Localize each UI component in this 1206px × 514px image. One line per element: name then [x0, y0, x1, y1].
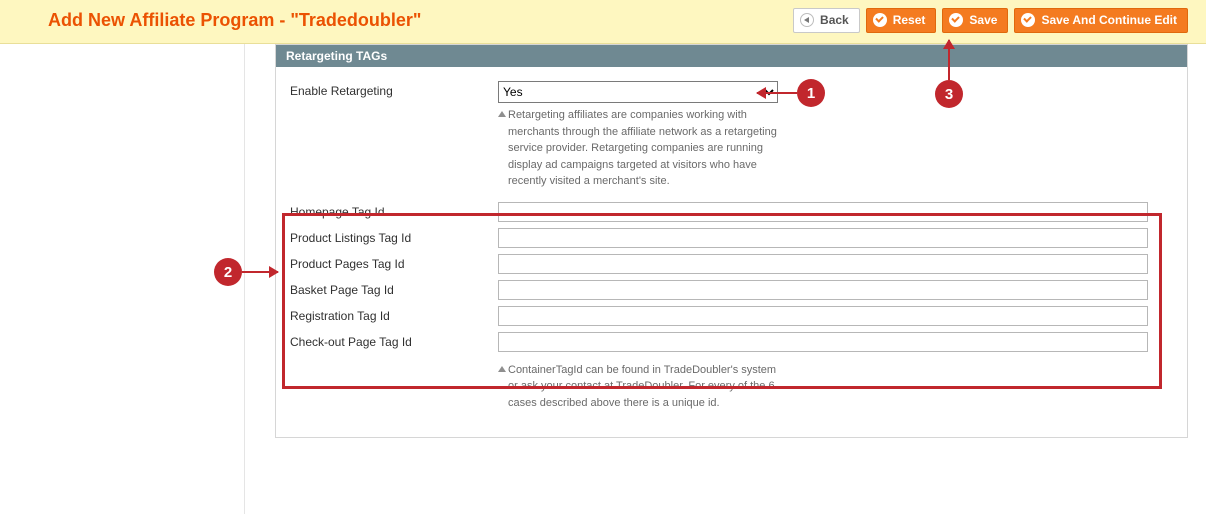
reset-button[interactable]: Reset	[866, 8, 937, 33]
check-icon	[1021, 13, 1035, 27]
enable-retargeting-hint: Retargeting affiliates are companies wor…	[498, 103, 778, 190]
enable-retargeting-select[interactable]: Yes	[498, 81, 778, 103]
registration-tag-input[interactable]	[498, 306, 1148, 326]
homepage-tag-input[interactable]	[498, 202, 1148, 222]
container-hint: ContainerTagId can be found in TradeDoub…	[498, 358, 778, 412]
row-registration-tag: Registration Tag Id	[290, 306, 1173, 326]
row-product-pages-tag: Product Pages Tag Id	[290, 254, 1173, 274]
panel-title: Retargeting TAGs	[276, 45, 1187, 67]
row-container-hint: ContainerTagId can be found in TradeDoub…	[290, 358, 1173, 412]
checkout-page-tag-label: Check-out Page Tag Id	[290, 332, 498, 349]
product-pages-tag-input[interactable]	[498, 254, 1148, 274]
save-continue-button[interactable]: Save And Continue Edit	[1014, 8, 1188, 33]
content-area: Retargeting TAGs Enable Retargeting Yes …	[245, 44, 1206, 514]
save-button[interactable]: Save	[942, 8, 1008, 33]
back-button[interactable]: Back	[793, 8, 860, 33]
row-enable-retargeting: Enable Retargeting Yes Retargeting affil…	[290, 81, 1173, 190]
enable-retargeting-label: Enable Retargeting	[290, 81, 498, 98]
page-header: Add New Affiliate Program - "Tradedouble…	[0, 0, 1206, 44]
row-checkout-page-tag: Check-out Page Tag Id	[290, 332, 1173, 352]
save-continue-button-label: Save And Continue Edit	[1041, 11, 1177, 29]
tag-fields-group: Homepage Tag Id Product Listings Tag Id …	[290, 196, 1173, 352]
page-body: Retargeting TAGs Enable Retargeting Yes …	[0, 44, 1206, 514]
back-button-label: Back	[820, 11, 849, 29]
check-icon	[949, 13, 963, 27]
panel-body: Enable Retargeting Yes Retargeting affil…	[276, 67, 1187, 437]
header-buttons: Back Reset Save Save And Continue Edit	[793, 8, 1188, 33]
homepage-tag-label: Homepage Tag Id	[290, 202, 498, 219]
row-homepage-tag: Homepage Tag Id	[290, 202, 1173, 222]
row-basket-page-tag: Basket Page Tag Id	[290, 280, 1173, 300]
save-button-label: Save	[969, 11, 997, 29]
left-gutter	[0, 44, 245, 514]
row-product-listings-tag: Product Listings Tag Id	[290, 228, 1173, 248]
check-icon	[873, 13, 887, 27]
retargeting-panel: Retargeting TAGs Enable Retargeting Yes …	[275, 44, 1188, 438]
product-listings-tag-label: Product Listings Tag Id	[290, 228, 498, 245]
checkout-page-tag-input[interactable]	[498, 332, 1148, 352]
basket-page-tag-input[interactable]	[498, 280, 1148, 300]
container-hint-spacer	[290, 358, 498, 361]
reset-button-label: Reset	[893, 11, 926, 29]
product-pages-tag-label: Product Pages Tag Id	[290, 254, 498, 271]
back-icon	[800, 13, 814, 27]
page-title: Add New Affiliate Program - "Tradedouble…	[48, 10, 421, 31]
product-listings-tag-input[interactable]	[498, 228, 1148, 248]
basket-page-tag-label: Basket Page Tag Id	[290, 280, 498, 297]
registration-tag-label: Registration Tag Id	[290, 306, 498, 323]
